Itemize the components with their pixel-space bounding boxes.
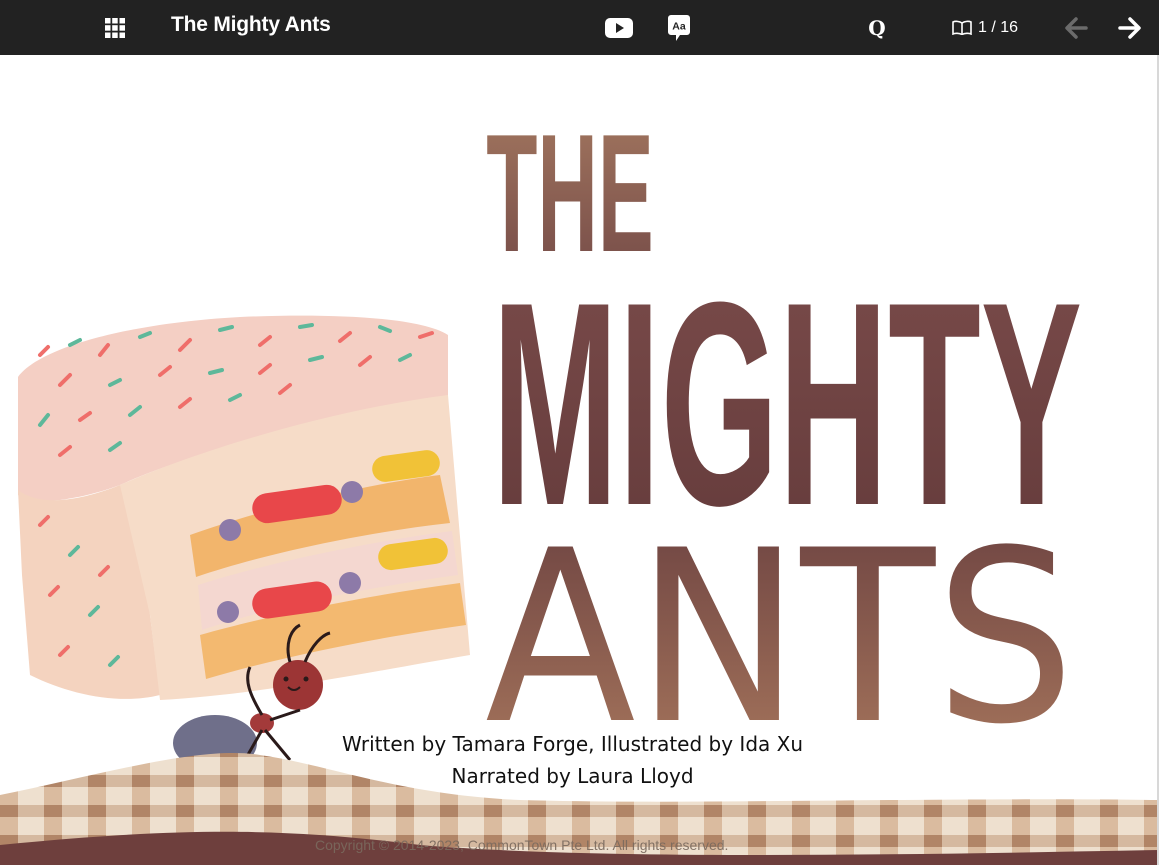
copyright-notice: Copyright © 2014-2023, CommonTown Pte Lt… xyxy=(315,837,729,853)
search-button[interactable]: Q xyxy=(862,0,892,55)
grid-icon xyxy=(105,17,125,38)
font-size-icon: Aa xyxy=(668,14,690,41)
arrow-right-icon xyxy=(1118,16,1141,39)
previous-page-button[interactable] xyxy=(1060,0,1092,55)
cover-credit-authors: Written by Tamara Forge, Illustrated by … xyxy=(341,732,803,756)
cake-illustration xyxy=(18,315,470,700)
page-indicator-text: 1 / 16 xyxy=(978,18,1019,36)
page-indicator[interactable]: 1 / 16 xyxy=(952,0,1018,55)
arrow-left-icon xyxy=(1065,16,1088,39)
book-page[interactable]: THE MIGHTY ANTS Written by Tamara Forge,… xyxy=(0,55,1159,865)
grid-menu-button[interactable] xyxy=(100,0,130,55)
play-video-button[interactable] xyxy=(603,0,635,55)
open-book-icon xyxy=(952,20,972,35)
book-title: The Mighty Ants xyxy=(171,13,331,36)
cover-credit-narrator: Narrated by Laura Lloyd xyxy=(451,764,694,788)
toolbar: The Mighty Ants Aa Q 1 / 16 xyxy=(0,0,1159,55)
search-label: Q xyxy=(868,15,886,40)
font-size-button[interactable]: Aa xyxy=(664,0,694,55)
play-video-icon xyxy=(605,17,633,38)
next-page-button[interactable] xyxy=(1113,0,1147,55)
font-size-label: Aa xyxy=(672,20,686,32)
